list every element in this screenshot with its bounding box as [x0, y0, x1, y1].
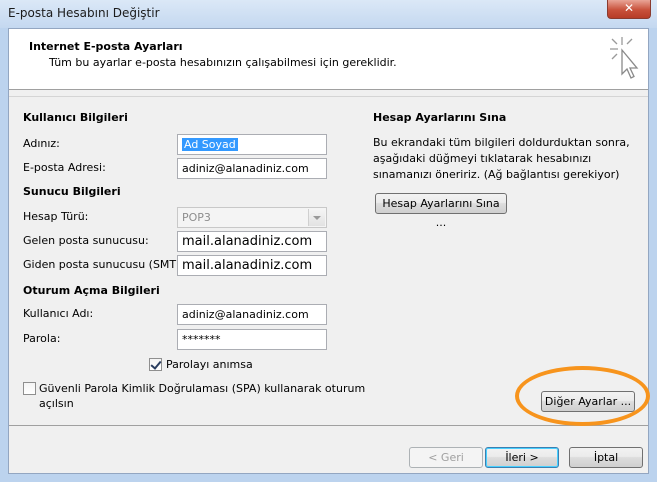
email-field[interactable]: adiniz@alanadiniz.com: [177, 158, 327, 179]
back-button[interactable]: < Geri: [409, 447, 483, 468]
email-label: E-posta Adresi:: [23, 161, 106, 174]
header-panel: Internet E-posta Ayarları Tüm bu ayarlar…: [9, 29, 648, 90]
header-title: Internet E-posta Ayarları: [29, 40, 183, 53]
account-type-select: POP3: [177, 207, 327, 228]
chevron-down-icon: [308, 209, 325, 226]
test-account-settings-button[interactable]: Hesap Ayarlarını Sına ...: [375, 193, 507, 229]
name-field-value: Ad Soyad: [182, 138, 238, 151]
test-settings-description: Bu ekrandaki tüm bilgileri doldurduktan …: [373, 136, 630, 181]
outgoing-server-label: Giden posta sunucusu (SMTP):: [23, 258, 191, 271]
close-button[interactable]: ✕: [607, 0, 651, 19]
cancel-button[interactable]: İptal: [569, 447, 643, 468]
header-subtitle: Tüm bu ayarlar e-posta hesabınızın çalış…: [49, 56, 397, 69]
account-type-label: Hesap Türü:: [23, 210, 89, 223]
incoming-server-field[interactable]: mail.alanadiniz.com: [177, 231, 327, 252]
orange-highlight-circle: [515, 366, 650, 426]
name-label: Adınız:: [23, 137, 60, 150]
remember-password-checkbox[interactable]: [149, 358, 162, 371]
username-label: Kullanıcı Adı:: [23, 307, 94, 320]
password-field[interactable]: *******: [177, 329, 327, 350]
user-info-heading: Kullanıcı Bilgileri: [23, 111, 128, 124]
password-label: Parola:: [23, 332, 61, 345]
name-field[interactable]: Ad Soyad: [177, 134, 327, 155]
account-type-value: POP3: [182, 211, 211, 224]
spa-label-line1: Güvenli Parola Kimlik Doğrulaması (SPA) …: [39, 382, 366, 395]
username-field[interactable]: adiniz@alanadiniz.com: [177, 304, 327, 325]
logon-info-heading: Oturum Açma Bilgileri: [23, 284, 160, 297]
spa-checkbox[interactable]: [23, 382, 36, 395]
remember-password-label: Parolayı anımsa: [166, 358, 253, 371]
window-title: E-posta Hesabını Değiştir: [8, 6, 160, 20]
close-icon: ✕: [623, 1, 635, 15]
dialog-window: E-posta Hesabını Değiştir ✕ Internet E-p…: [0, 0, 657, 482]
spa-label-line2: açılsın: [39, 397, 74, 410]
incoming-server-label: Gelen posta sunucusu:: [23, 234, 149, 247]
server-info-heading: Sunucu Bilgileri: [23, 185, 121, 198]
title-bar[interactable]: E-posta Hesabını Değiştir ✕: [0, 0, 657, 28]
test-settings-heading: Hesap Ayarlarını Sına: [373, 111, 507, 124]
outgoing-server-field[interactable]: mail.alanadiniz.com: [177, 255, 327, 276]
cursor-sparkle-icon: [610, 37, 639, 79]
next-button[interactable]: İleri >: [485, 447, 559, 468]
